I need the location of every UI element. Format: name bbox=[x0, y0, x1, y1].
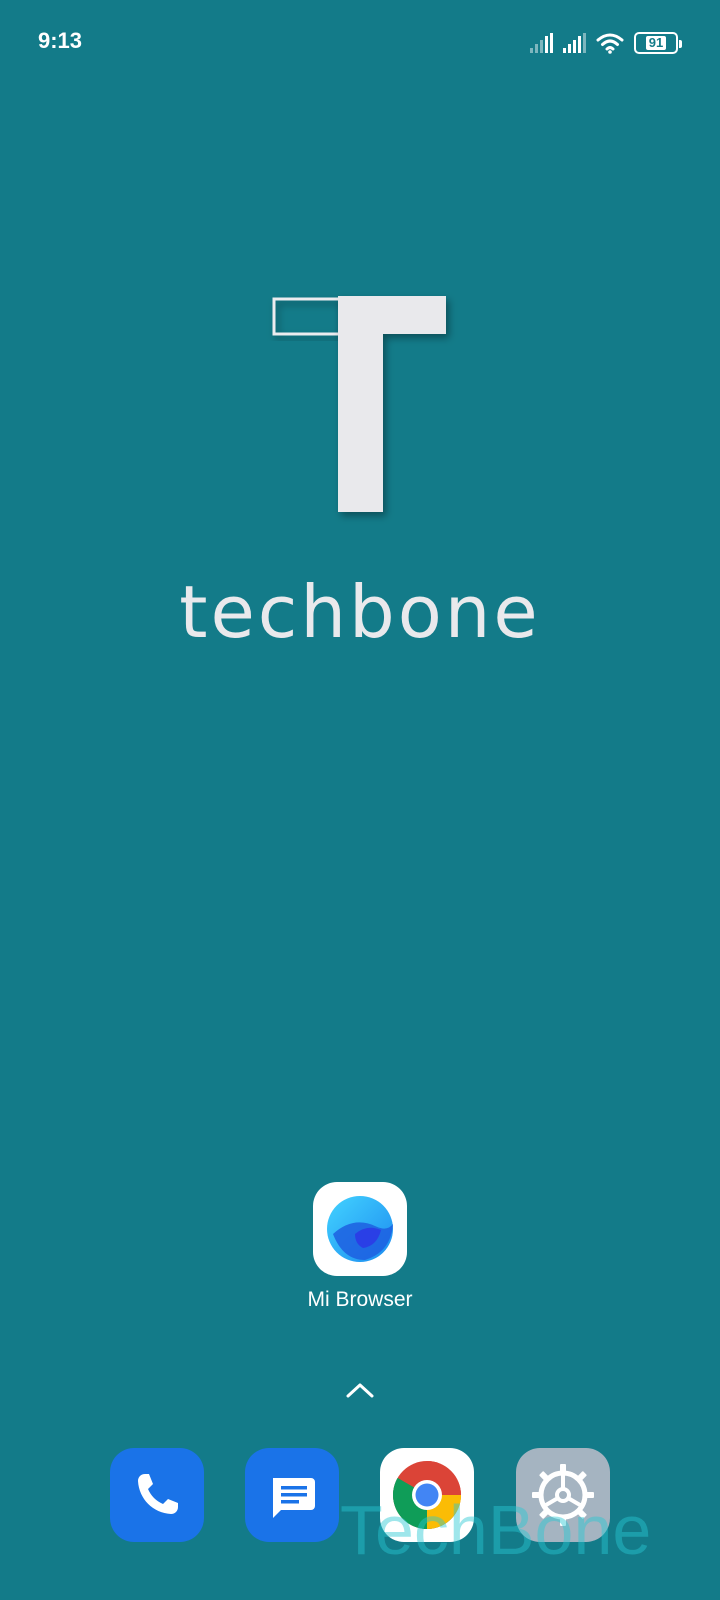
dock-app-phone[interactable] bbox=[110, 1448, 204, 1542]
messages-icon bbox=[273, 1478, 315, 1518]
chevron-up-icon[interactable] bbox=[342, 1378, 378, 1402]
phone-icon bbox=[138, 1474, 178, 1514]
home-screen: 9:13 91 techbone Mi Browser TechBone bbox=[0, 0, 720, 1600]
dock-app-messages[interactable] bbox=[245, 1448, 339, 1542]
app-mi-browser[interactable]: Mi Browser bbox=[294, 1182, 426, 1312]
techbone-t-logo-icon bbox=[272, 296, 446, 512]
watermark-text: TechBone bbox=[340, 1491, 652, 1569]
wallpaper-wordmark: techbone bbox=[179, 570, 541, 654]
wallpaper-logo: techbone bbox=[0, 0, 720, 700]
mi-browser-icon bbox=[313, 1182, 407, 1276]
app-label: Mi Browser bbox=[307, 1288, 413, 1311]
